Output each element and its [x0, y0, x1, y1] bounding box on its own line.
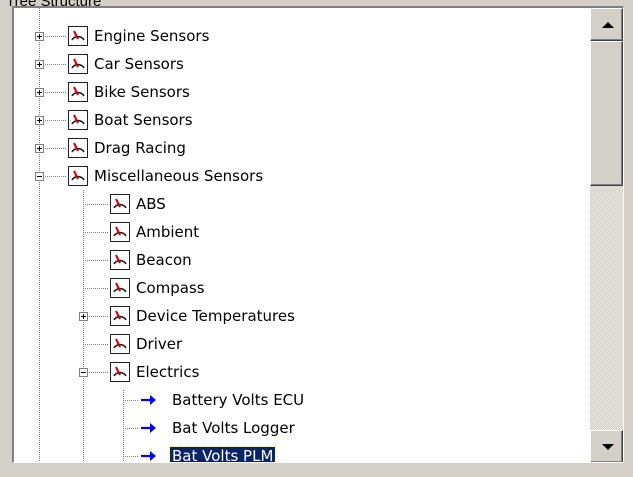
tree-item-label: Bat Volts Logger	[172, 419, 295, 437]
collapse-minus-icon[interactable]	[79, 368, 88, 377]
collapse-minus-icon[interactable]	[35, 172, 44, 181]
gauge-icon	[68, 138, 88, 158]
tree-connector	[123, 428, 138, 429]
gauge-icon	[68, 166, 88, 186]
tree-item-label: Battery Volts ECU	[172, 391, 305, 409]
scroll-thumb[interactable]	[590, 41, 623, 186]
triangle-down-icon	[602, 444, 614, 450]
scroll-up-button[interactable]	[590, 8, 623, 41]
vertical-scrollbar[interactable]	[590, 8, 623, 462]
gauge-icon	[110, 194, 130, 214]
tree-item-label: Beacon	[136, 251, 192, 269]
tree-item-label: Engine Sensors	[94, 27, 210, 45]
gauge-icon	[68, 82, 88, 102]
tree-item-label-selected: Bat Volts PLM	[168, 446, 277, 463]
tree-connector	[83, 344, 108, 345]
tree-item-label: Boat Sensors	[94, 111, 193, 129]
scroll-down-button[interactable]	[590, 430, 623, 462]
tree-item-label: Driver	[136, 335, 183, 353]
tree-item-label: Bike Sensors	[94, 83, 190, 101]
tree-item-label: Electrics	[136, 363, 200, 381]
tree-connector	[123, 456, 138, 457]
tree-item-label: Car Sensors	[94, 55, 184, 73]
arrow-right-icon	[141, 423, 156, 433]
gauge-icon	[110, 222, 130, 242]
gauge-icon	[68, 54, 88, 74]
tree-item-label: Device Temperatures	[136, 307, 295, 325]
tree-item-label: Miscellaneous Sensors	[94, 167, 264, 185]
gauge-icon	[110, 278, 130, 298]
tree-connector	[83, 260, 108, 261]
tree-item-label: ABS	[136, 195, 166, 213]
tree-item-label: Compass	[136, 279, 205, 297]
tree-connector	[83, 204, 108, 205]
expand-plus-icon[interactable]	[79, 312, 88, 321]
gauge-icon	[68, 110, 88, 130]
tree-connector	[123, 400, 138, 401]
tree-view[interactable]: Engine Sensors Car Sensors Bike Sensors	[12, 6, 624, 463]
expand-plus-icon[interactable]	[35, 88, 44, 97]
expand-plus-icon[interactable]	[35, 32, 44, 41]
tree-item-label: Drag Racing	[94, 139, 186, 157]
arrow-right-icon	[141, 395, 156, 405]
tree-item-label: Ambient	[136, 223, 200, 241]
arrow-right-icon	[141, 451, 156, 461]
tree-content: Engine Sensors Car Sensors Bike Sensors	[14, 8, 590, 463]
expand-plus-icon[interactable]	[35, 60, 44, 69]
expand-plus-icon[interactable]	[35, 144, 44, 153]
tree-line-misc	[83, 190, 84, 462]
tree-connector	[83, 232, 108, 233]
tree-connector	[83, 288, 108, 289]
gauge-icon	[68, 26, 88, 46]
gauge-icon	[110, 250, 130, 270]
expand-plus-icon[interactable]	[35, 116, 44, 125]
gauge-icon	[110, 334, 130, 354]
triangle-up-icon	[602, 22, 614, 28]
gauge-icon	[110, 362, 130, 382]
gauge-icon	[110, 306, 130, 326]
tree-line-root	[39, 8, 40, 462]
